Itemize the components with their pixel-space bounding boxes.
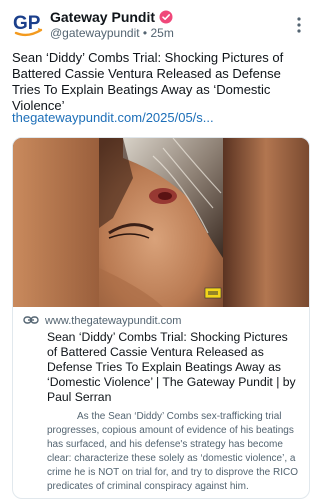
avatar-text: GP xyxy=(13,13,41,34)
article-photo xyxy=(13,138,309,307)
card-domain: www.thegatewaypundit.com xyxy=(45,315,182,327)
gateway-pundit-logo: GP xyxy=(13,13,43,37)
handle[interactable]: @gatewaypundit xyxy=(50,26,140,40)
card-image[interactable] xyxy=(13,138,309,307)
post-meta: @gatewaypundit • 25m xyxy=(50,26,174,40)
card-domain-row: www.thegatewaypundit.com xyxy=(23,313,299,329)
post-link[interactable]: thegatewaypundit.com/2025/05/s... xyxy=(12,110,214,125)
more-vertical-icon[interactable] xyxy=(290,14,308,36)
display-name[interactable]: Gateway Pundit xyxy=(50,9,155,25)
card-title[interactable]: Sean ‘Diddy’ Combs Trial: Shocking Pictu… xyxy=(23,330,299,405)
link-preview-card[interactable]: www.thegatewaypundit.com Sean ‘Diddy’ Co… xyxy=(12,137,310,499)
card-description: As the Sean ‘Diddy’ Combs sex-traffickin… xyxy=(47,411,299,492)
post-header: GP Gateway Pundit @gatewaypundit • 25m xyxy=(12,8,310,44)
verified-badge-icon xyxy=(159,10,173,24)
avatar[interactable]: GP xyxy=(12,8,44,40)
card-body: www.thegatewaypundit.com Sean ‘Diddy’ Co… xyxy=(13,307,309,494)
link-icon xyxy=(23,312,39,330)
meta-separator: • xyxy=(142,26,148,40)
account-names: Gateway Pundit @gatewaypundit • 25m xyxy=(50,9,174,40)
post-text: Sean ‘Diddy’ Combs Trial: Shocking Pictu… xyxy=(12,50,284,113)
timestamp[interactable]: 25m xyxy=(150,26,173,40)
